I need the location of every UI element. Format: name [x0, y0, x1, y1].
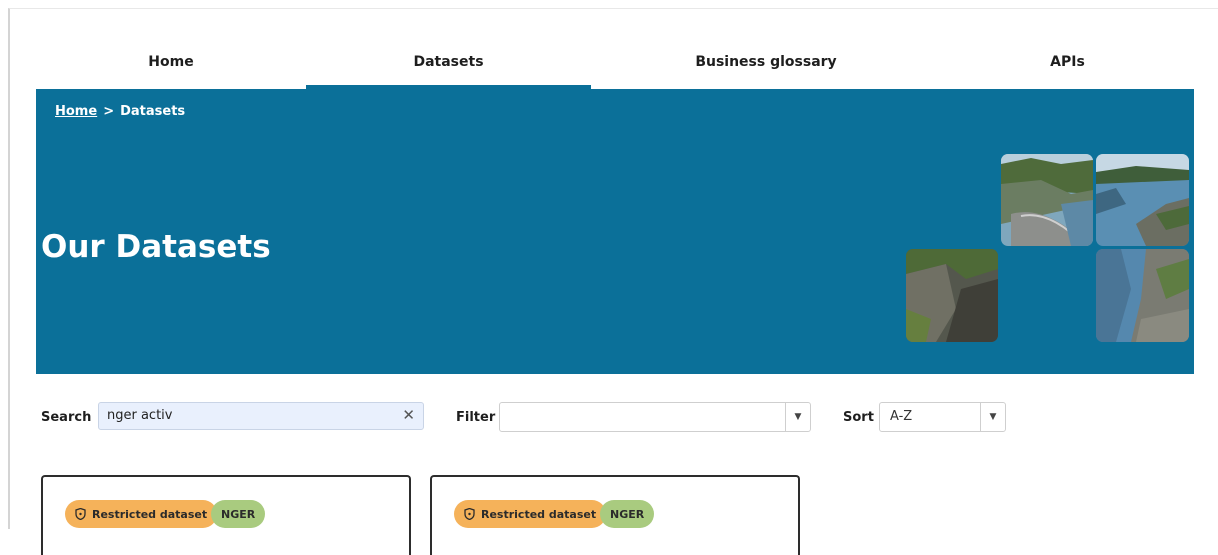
- sort-value: A-Z: [890, 409, 913, 424]
- page: Home Datasets Business glossary APIs Hom…: [36, 37, 1194, 555]
- breadcrumb-home-link[interactable]: Home: [55, 104, 97, 119]
- filter-label: Filter: [456, 410, 496, 425]
- dataset-card[interactable]: Restricted dataset NGER: [430, 475, 800, 555]
- breadcrumb-separator: >: [103, 104, 115, 119]
- tag-badge-label: NGER: [610, 507, 645, 521]
- nav-datasets[interactable]: Datasets: [306, 37, 591, 89]
- filter-select[interactable]: ▼: [499, 402, 811, 432]
- close-icon[interactable]: ✕: [402, 406, 415, 424]
- restricted-badge-label: Restricted dataset: [92, 507, 208, 521]
- hero-photo-gorge: [906, 249, 998, 342]
- tag-badge: NGER: [211, 500, 266, 528]
- chevron-down-icon[interactable]: ▼: [980, 403, 1005, 431]
- restricted-badge: Restricted dataset: [65, 500, 218, 528]
- hero-photo-dam: [1001, 154, 1093, 246]
- hero-photo-river: [1096, 249, 1189, 342]
- sort-label: Sort: [843, 410, 874, 425]
- breadcrumb: Home > Datasets: [55, 104, 185, 119]
- hero-photo-lake: [1096, 154, 1189, 246]
- page-title: Our Datasets: [41, 229, 271, 265]
- tag-badge-label: NGER: [221, 507, 256, 521]
- browser-frame: Home Datasets Business glossary APIs Hom…: [8, 8, 1218, 555]
- dataset-controls: Search ✕ Filter ▼ Sort A-Z ▼: [36, 402, 1194, 434]
- shield-icon: [464, 508, 475, 520]
- search-label: Search: [41, 410, 92, 425]
- dataset-card[interactable]: Restricted dataset NGER: [41, 475, 411, 555]
- restricted-badge-label: Restricted dataset: [481, 507, 597, 521]
- nav-apis[interactable]: APIs: [941, 37, 1194, 87]
- search-field[interactable]: ✕: [98, 402, 424, 430]
- nav-home[interactable]: Home: [36, 37, 306, 87]
- tag-badge: NGER: [600, 500, 655, 528]
- shield-icon: [75, 508, 86, 520]
- top-nav: Home Datasets Business glossary APIs: [36, 37, 1194, 89]
- chevron-down-icon[interactable]: ▼: [785, 403, 810, 431]
- hero-banner: Home > Datasets Our Datasets: [36, 89, 1194, 374]
- sort-select[interactable]: A-Z ▼: [879, 402, 1006, 432]
- breadcrumb-current: Datasets: [120, 104, 186, 119]
- search-input[interactable]: [107, 408, 387, 423]
- nav-business-glossary[interactable]: Business glossary: [591, 37, 941, 87]
- restricted-badge: Restricted dataset: [454, 500, 607, 528]
